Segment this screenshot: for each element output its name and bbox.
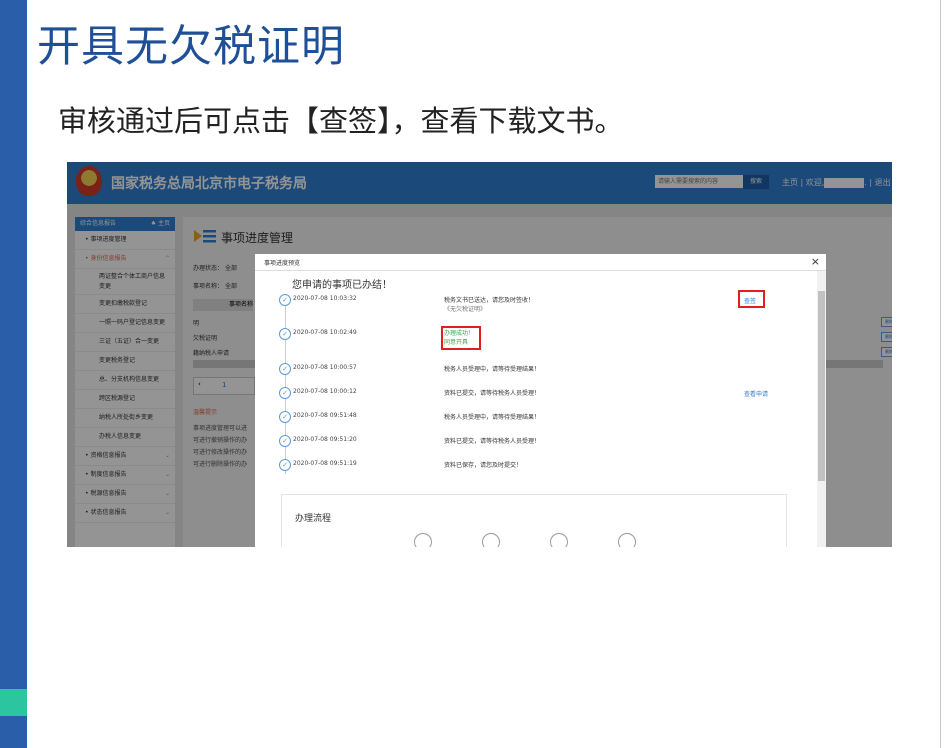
flow-title: 办理流程 — [295, 514, 332, 524]
timeline-message: 资料已提交，请等待税务人员受理！ — [444, 390, 541, 397]
slide-left-accent — [0, 689, 27, 716]
timeline-time: 2020-07-08 09:51:48 — [293, 412, 357, 419]
modal-heading: 您申请的事项已办结！ — [292, 280, 392, 291]
timeline-message: 税务人员受理中，请等待受理结果！ — [444, 414, 541, 421]
flow-step-icon — [550, 533, 568, 547]
check-icon: ✓ — [279, 387, 291, 399]
progress-modal: 事项进度预览 × 您申请的事项已办结！ ✓ 2020-07-08 10:03:32… — [255, 254, 826, 547]
timeline-time: 2020-07-08 10:00:57 — [293, 364, 357, 371]
timeline-message: 税务文书已送达，请您及时签收！ — [444, 297, 535, 304]
flow-step-icon — [414, 533, 432, 547]
timeline-message: 资料已提交，请等待税务人员受理！ — [444, 438, 541, 445]
check-icon: ✓ — [279, 459, 291, 471]
timeline-message: 税务人员受理中，请等待受理结果！ — [444, 366, 541, 373]
check-icon: ✓ — [279, 435, 291, 447]
timeline-message-detail: 《无欠税证明》 — [444, 306, 487, 313]
slide-right-border — [940, 0, 941, 748]
screenshot: 国家税务总局北京市电子税务局 搜索 主页 | 欢迎,. | 退出 综合信息报告 … — [67, 162, 892, 547]
modal-scrollbar-thumb[interactable] — [818, 291, 825, 481]
close-icon[interactable]: × — [811, 255, 820, 268]
highlight-box — [441, 326, 481, 350]
slide-left-bar — [0, 0, 27, 748]
check-icon: ✓ — [279, 363, 291, 375]
check-icon: ✓ — [279, 294, 291, 306]
flow-section: 办理流程 — [281, 494, 787, 547]
highlight-box — [738, 290, 765, 308]
timeline-row: ✓ 2020-07-08 09:51:48 税务人员受理中，请等待受理结果！ — [279, 411, 799, 431]
modal-header: 事项进度预览 × — [255, 254, 826, 271]
modal-title: 事项进度预览 — [264, 260, 301, 267]
slide-title: 开具无欠税证明 — [37, 22, 345, 72]
timeline-row: ✓ 2020-07-08 10:00:12 资料已提交，请等待税务人员受理！ 查看申请 — [279, 387, 799, 407]
timeline-row: ✓ 2020-07-08 09:51:20 资料已提交，请等待税务人员受理！ — [279, 435, 799, 455]
check-icon: ✓ — [279, 328, 291, 340]
flow-step-icon — [618, 533, 636, 547]
timeline-time: 2020-07-08 10:03:32 — [293, 295, 357, 302]
timeline-row: ✓ 2020-07-08 10:02:49 办理成功！ 同意开具 — [279, 326, 799, 350]
timeline-action-link[interactable]: 查看申请 — [744, 389, 768, 398]
timeline-row: ✓ 2020-07-08 09:51:19 资料已保存，请您及时提交！ — [279, 459, 799, 479]
check-icon: ✓ — [279, 411, 291, 423]
timeline-message: 资料已保存，请您及时提交！ — [444, 462, 523, 469]
modal-scrollbar[interactable] — [817, 271, 826, 547]
slide-subtitle: 审核通过后可点击【查签】，查看下载文书。 — [58, 104, 624, 138]
timeline-time: 2020-07-08 10:00:12 — [293, 388, 357, 395]
flow-step-icon — [482, 533, 500, 547]
timeline-time: 2020-07-08 09:51:20 — [293, 436, 357, 443]
timeline-row: ✓ 2020-07-08 10:03:32 税务文书已送达，请您及时签收！ 《无欠税证… — [279, 290, 799, 314]
timeline-time: 2020-07-08 09:51:19 — [293, 460, 357, 467]
timeline-row: ✓ 2020-07-08 10:00:57 税务人员受理中，请等待受理结果！ — [279, 363, 799, 383]
timeline-time: 2020-07-08 10:02:49 — [293, 329, 357, 336]
